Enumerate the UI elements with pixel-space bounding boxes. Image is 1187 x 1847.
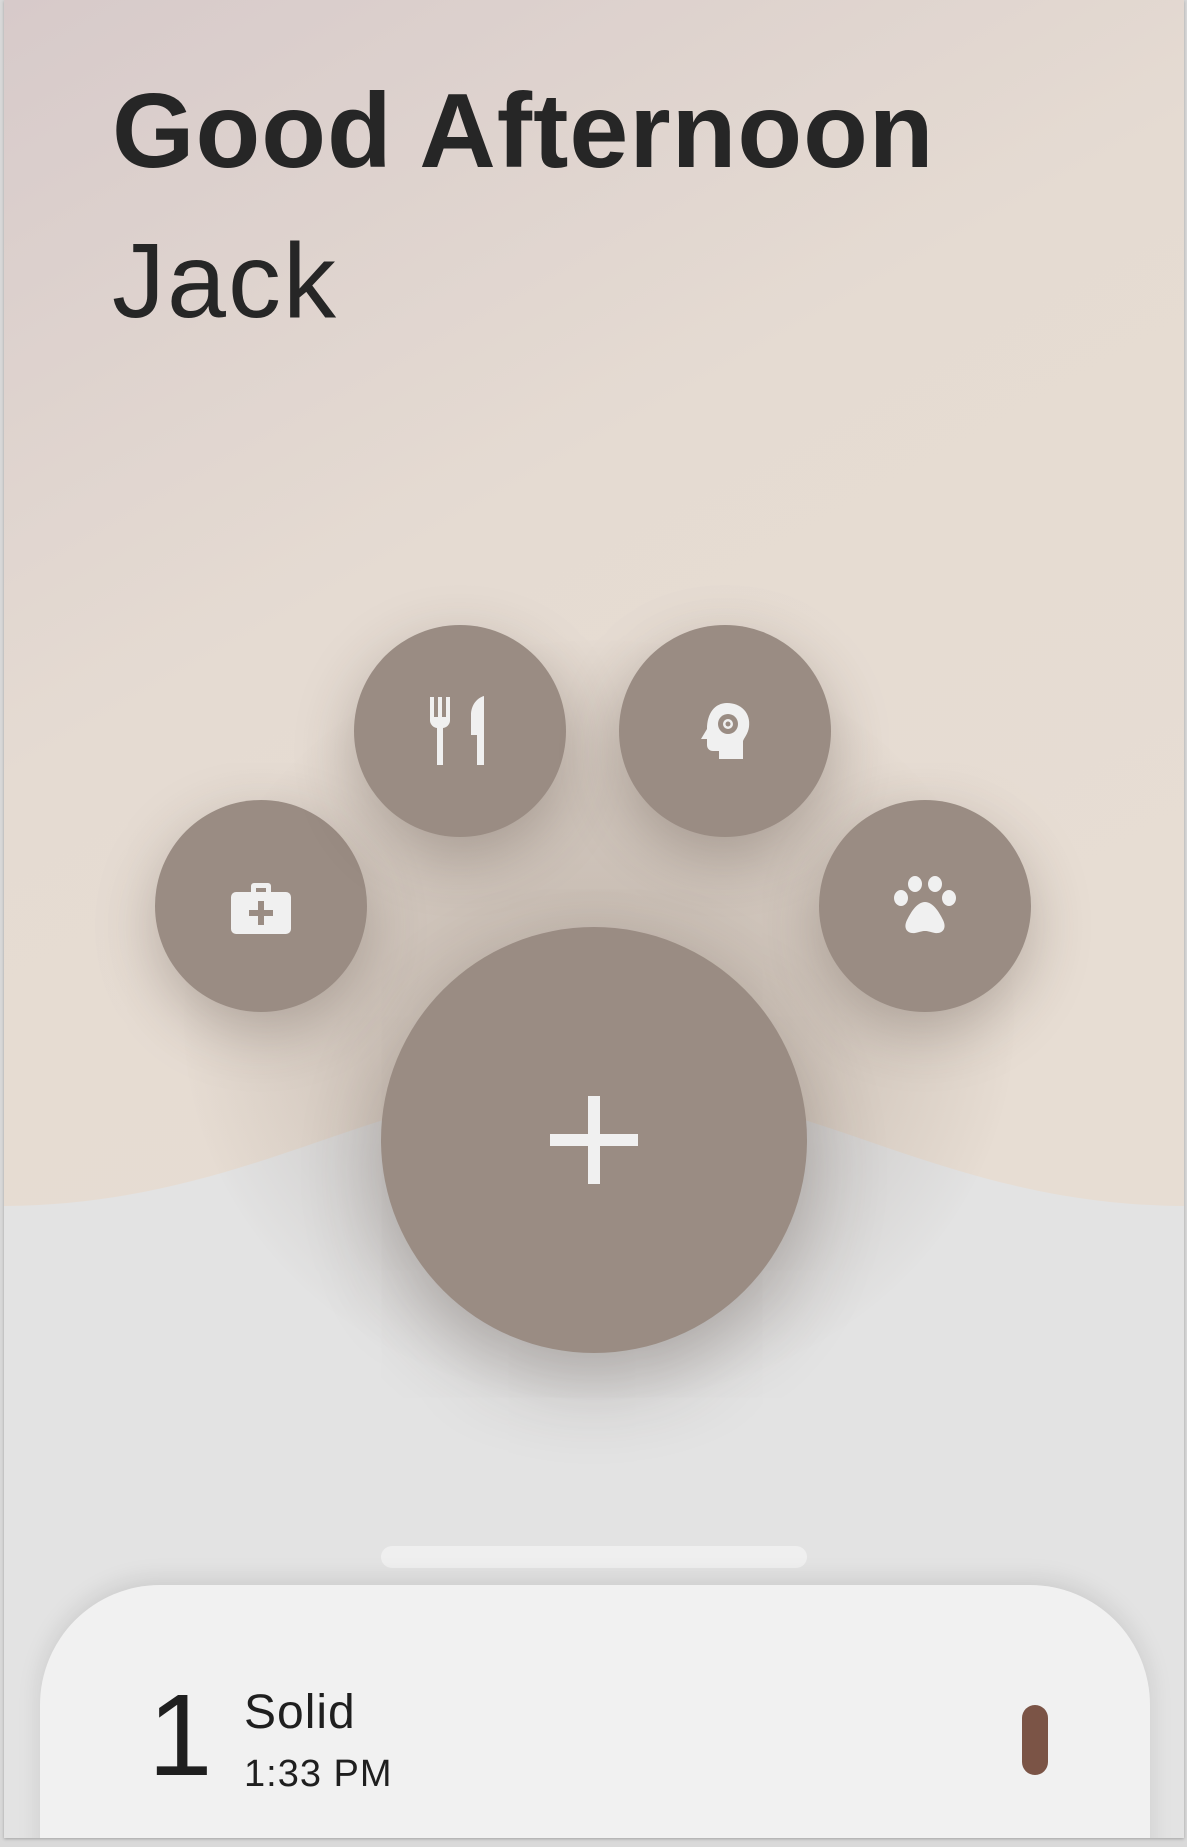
paw-icon [894,876,956,934]
entry-time: 1:33 PM [244,1753,393,1795]
pet-button[interactable] [819,800,1031,1012]
log-sheet: 1 Solid 1:33 PM [40,1585,1150,1838]
entry-count: 1 [148,1670,213,1800]
mind-button[interactable] [619,625,831,837]
greeting-title: Good Afternoon [112,72,935,190]
plus-icon [550,1096,638,1184]
food-button[interactable] [354,625,566,837]
sheet-drag-handle[interactable] [381,1546,807,1568]
entry-color-indicator [1022,1705,1048,1775]
entry-type: Solid [244,1686,356,1739]
head-gear-icon [701,703,750,759]
fork-knife-icon [430,696,484,765]
medical-kit-icon [231,883,291,934]
add-entry-button[interactable] [381,927,807,1353]
user-name: Jack [112,222,338,340]
app-screen: Good Afternoon Jack 1 Solid 1:33 PM [4,0,1184,1838]
medical-button[interactable] [155,800,367,1012]
